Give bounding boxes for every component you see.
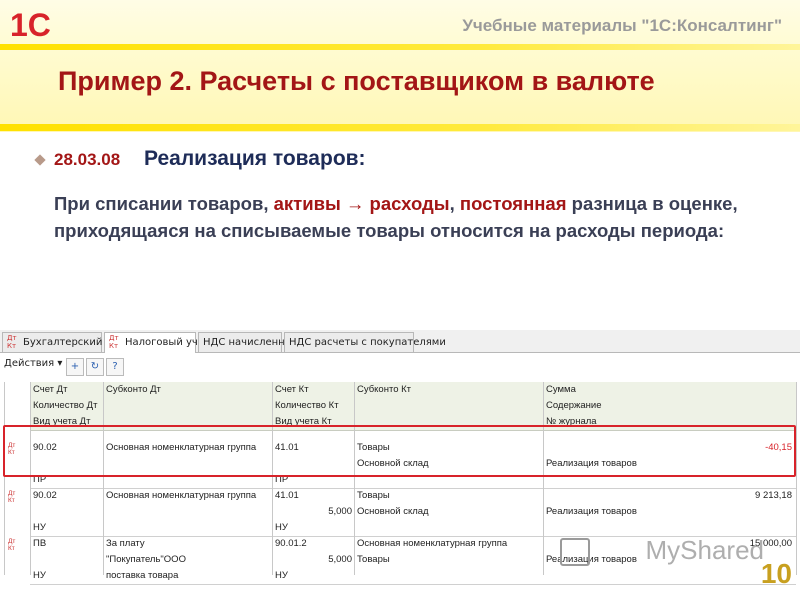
bullet-icon bbox=[34, 154, 46, 166]
toolbar: Действия ▾ + ↻ ? bbox=[0, 356, 800, 376]
dt-kt-icon: Дт Кт bbox=[109, 334, 119, 350]
header-top-stripe bbox=[0, 44, 800, 50]
column-divider bbox=[272, 382, 273, 575]
header-cell: Количество Дт bbox=[33, 400, 98, 411]
column-divider bbox=[796, 382, 797, 575]
svg-text:1C: 1C bbox=[10, 8, 51, 40]
tab-vat-accrued[interactable]: НДС начисленный bbox=[198, 332, 299, 352]
table-cell: "Покупатель"ООО bbox=[106, 554, 186, 565]
table-cell: НУ bbox=[275, 522, 288, 533]
header-cell: Субконто Дт bbox=[106, 384, 161, 395]
table-cell: 9 213,18 bbox=[755, 490, 792, 501]
entry-date: 28.03.08 bbox=[54, 150, 121, 169]
page-number: 10 bbox=[760, 558, 792, 589]
para-text-1: При списании товаров, bbox=[54, 193, 274, 214]
table-cell: Основная номенклатурная группа bbox=[106, 490, 257, 501]
para-text-2: , bbox=[449, 193, 460, 214]
table-cell: НУ bbox=[33, 522, 46, 533]
myshared-logo-icon bbox=[560, 538, 590, 566]
table-cell: ПВ bbox=[33, 538, 47, 549]
tab-bar: Дт Кт Бухгалтерский учет Дт Кт Налоговый уче… bbox=[0, 330, 800, 353]
table-cell: Товары bbox=[357, 490, 390, 501]
para-highlight-1: активы → расходы bbox=[273, 193, 450, 214]
column-divider bbox=[543, 382, 544, 575]
header-cell: Сумма bbox=[546, 384, 576, 395]
tab-tax[interactable]: Дт Кт Налоговый учет bbox=[104, 332, 210, 353]
help-icon[interactable]: ? bbox=[106, 358, 124, 376]
entry-heading: Реализация товаров: bbox=[144, 147, 366, 170]
tab-vat-customers[interactable]: НДС расчеты с покупателями bbox=[284, 332, 446, 352]
table-cell: За плату bbox=[106, 538, 145, 549]
table-cell: 5,000 bbox=[328, 554, 352, 565]
header-cell: Субконто Кт bbox=[357, 384, 412, 395]
header-cell: Счет Кт bbox=[275, 384, 309, 395]
table-cell: 90.01.2 bbox=[275, 538, 307, 549]
column-divider bbox=[354, 382, 355, 575]
tab-accounting[interactable]: Дт Кт Бухгалтерский учет bbox=[2, 332, 129, 352]
table-cell: поставка товара bbox=[106, 570, 179, 581]
header-cell: Количество Кт bbox=[275, 400, 339, 411]
logo-1c-icon: 1C bbox=[10, 8, 51, 40]
table-cell: Основной склад bbox=[357, 506, 429, 517]
tab-label: НДС расчеты с покупателями bbox=[289, 337, 446, 348]
dt-kt-icon: Дт Кт bbox=[7, 334, 17, 350]
row-separator bbox=[30, 584, 796, 585]
explanation-paragraph: При списании товаров, активы → расходы, … bbox=[54, 190, 774, 244]
para-highlight-2: постоянная bbox=[459, 193, 567, 214]
column-divider bbox=[103, 382, 104, 575]
header-bottom-stripe bbox=[0, 124, 800, 131]
header-cell: Содержание bbox=[546, 400, 602, 411]
actions-menu-button[interactable]: Действия ▾ bbox=[4, 358, 62, 369]
table-cell: 90.02 bbox=[33, 490, 57, 501]
refresh-icon[interactable]: ↻ bbox=[86, 358, 104, 376]
table-cell: Товары bbox=[357, 554, 390, 565]
header-row-bg bbox=[30, 398, 796, 415]
highlight-frame bbox=[3, 425, 796, 477]
column-divider bbox=[30, 382, 31, 575]
row-dt-kt-icon: Дт Кт bbox=[8, 538, 16, 552]
table-cell: Основная номенклатурная группа bbox=[357, 538, 508, 549]
header-subtitle: Учебные материалы "1С:Консалтинг" bbox=[462, 16, 782, 35]
table-cell: НУ bbox=[33, 570, 46, 581]
slide-title: Пример 2. Расчеты с поставщиком в валюте bbox=[58, 66, 655, 96]
table-cell: 41.01 bbox=[275, 490, 299, 501]
table-cell: НУ bbox=[275, 570, 288, 581]
add-icon[interactable]: + bbox=[66, 358, 84, 376]
header-cell: Счет Дт bbox=[33, 384, 68, 395]
table-cell: 5,000 bbox=[328, 506, 352, 517]
column-divider bbox=[4, 382, 5, 575]
watermark: MyShared bbox=[645, 535, 765, 565]
row-separator bbox=[30, 488, 796, 489]
table-cell: Реализация товаров bbox=[546, 506, 637, 517]
row-dt-kt-icon: Дт Кт bbox=[8, 490, 16, 504]
